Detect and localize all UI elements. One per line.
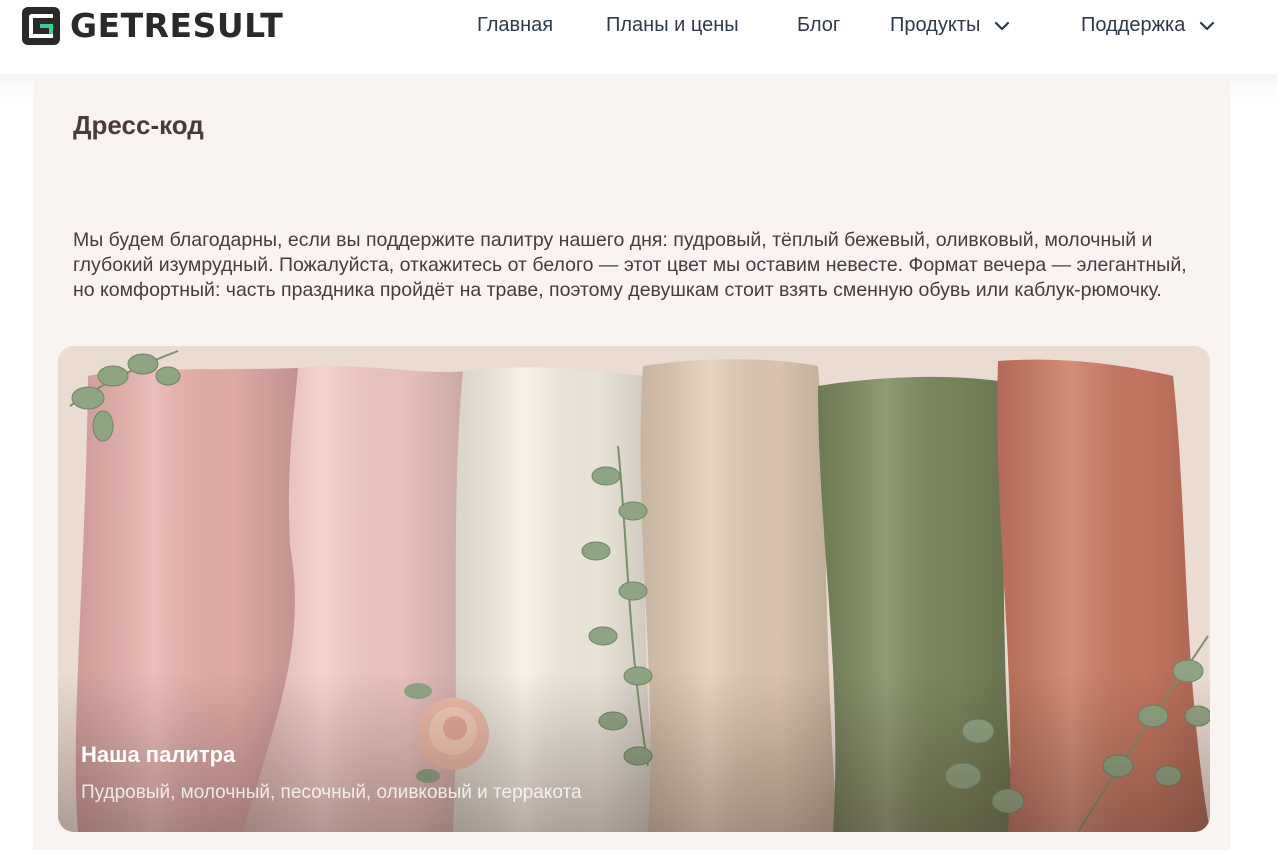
nav-item-label: Планы и цены (606, 14, 739, 36)
main-nav: Главная Планы и цены Блог Продукты Подде… (0, 14, 1277, 44)
chevron-down-icon (995, 21, 1010, 30)
nav-item-pricing[interactable]: Планы и цены (606, 14, 739, 37)
card-title: Наша палитра (81, 742, 236, 767)
palette-card[interactable]: Наша палитра Пудровый, молочный, песочны… (58, 346, 1210, 832)
nav-item-support[interactable]: Поддержка (1081, 14, 1215, 37)
chevron-down-icon (1200, 21, 1215, 30)
site-header: GETRESULT Главная Планы и цены Блог Прод… (0, 0, 1277, 74)
section-title: Дресс-код (73, 110, 204, 140)
nav-item-label: Главная (477, 14, 554, 36)
card-subtitle: Пудровый, молочный, песочный, оливковый … (81, 782, 582, 803)
nav-item-home[interactable]: Главная (477, 14, 553, 37)
nav-item-blog[interactable]: Блог (797, 14, 840, 37)
nav-item-label: Поддержка (1081, 14, 1186, 36)
nav-item-label: Продукты (890, 14, 981, 36)
nav-item-label: Блог (797, 14, 841, 36)
nav-item-products[interactable]: Продукты (890, 14, 1010, 37)
section-description: Мы будем благодарны, если вы поддержите … (73, 229, 1187, 301)
